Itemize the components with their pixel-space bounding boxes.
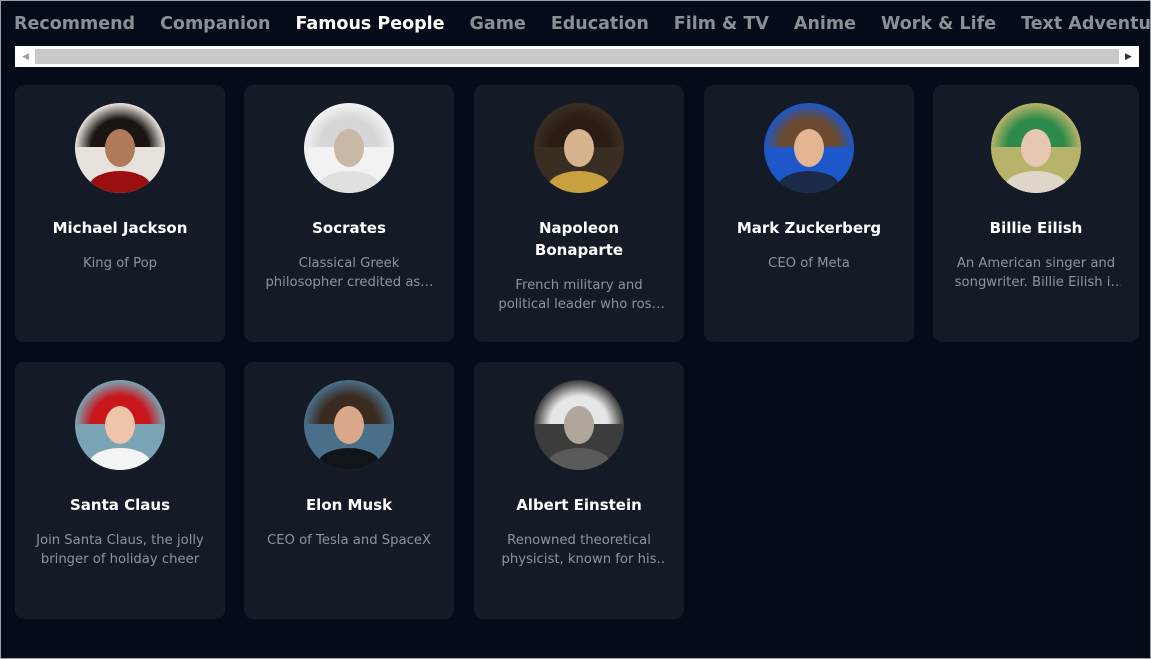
avatar-face xyxy=(334,129,364,167)
tab-work-life[interactable]: Work & Life xyxy=(881,14,996,34)
character-card-mark-zuckerberg[interactable]: Mark Zuckerberg CEO of Meta xyxy=(704,85,914,342)
avatar-face xyxy=(794,129,824,167)
character-description: Renowned theoretical physicist, known fo… xyxy=(501,533,657,567)
avatar-body xyxy=(318,171,380,193)
avatar xyxy=(534,103,624,193)
avatar-face xyxy=(1021,129,1051,167)
character-description: CEO of Meta xyxy=(768,256,850,271)
character-name: Socrates xyxy=(312,219,386,237)
avatar-face xyxy=(105,129,135,167)
scroll-right-arrow-icon[interactable]: ▶ xyxy=(1120,46,1137,67)
character-card-albert-einstein[interactable]: Albert Einstein Renowned theoretical phys… xyxy=(474,362,684,619)
character-card-santa-claus[interactable]: Santa Claus Join Santa Claus, the jolly b… xyxy=(15,362,225,619)
character-card-elon-musk[interactable]: Elon Musk CEO of Tesla and SpaceX xyxy=(244,362,454,619)
avatar-body xyxy=(89,171,151,193)
character-description: Classical Greek philosopher credited as … xyxy=(265,256,433,290)
avatar xyxy=(75,103,165,193)
tab-anime[interactable]: Anime xyxy=(794,14,856,34)
character-name: Albert Einstein xyxy=(516,496,642,514)
avatar xyxy=(75,380,165,470)
avatar xyxy=(991,103,1081,193)
character-card-socrates[interactable]: Socrates Classical Greek philosopher cred… xyxy=(244,85,454,342)
character-name: Mark Zuckerberg xyxy=(736,219,882,237)
avatar xyxy=(304,380,394,470)
character-card-billie-eilish[interactable]: Billie Eilish An American singer and song… xyxy=(933,85,1139,342)
scroll-left-arrow-icon[interactable]: ◀ xyxy=(17,46,34,67)
tab-famous-people[interactable]: Famous People xyxy=(295,14,444,34)
tabs-horizontal-scrollbar[interactable]: ◀ ▶ xyxy=(15,46,1139,67)
avatar-face xyxy=(564,406,594,444)
avatar-face xyxy=(334,406,364,444)
avatar xyxy=(764,103,854,193)
scrollbar-thumb[interactable] xyxy=(35,49,1119,64)
character-card-napoleon-bonaparte[interactable]: Napoleon Bonaparte French military and po… xyxy=(474,85,684,342)
avatar-body xyxy=(778,171,840,193)
character-name: Santa Claus xyxy=(70,496,170,514)
character-name: Elon Musk xyxy=(305,496,393,514)
tab-game[interactable]: Game xyxy=(470,14,526,34)
character-description: An American singer and songwriter. Billi… xyxy=(954,256,1118,290)
tab-film-tv[interactable]: Film & TV xyxy=(674,14,769,34)
avatar-body xyxy=(1005,171,1067,193)
character-description: French military and political leader who… xyxy=(498,278,660,312)
character-description: King of Pop xyxy=(82,256,158,271)
character-description: CEO of Tesla and SpaceX xyxy=(267,533,431,548)
avatar-body xyxy=(548,171,610,193)
avatar-face xyxy=(564,129,594,167)
avatar-body xyxy=(548,448,610,470)
character-card-michael-jackson[interactable]: Michael Jackson King of Pop xyxy=(15,85,225,342)
category-tabs: Recommend Companion Famous People Game Educa… xyxy=(14,9,1151,39)
avatar-body xyxy=(318,448,380,470)
avatar xyxy=(304,103,394,193)
character-name: Billie Eilish xyxy=(989,219,1083,237)
tab-companion[interactable]: Companion xyxy=(160,14,270,34)
tab-text-adventure[interactable]: Text Adventure xyxy=(1021,14,1151,34)
tab-recommend[interactable]: Recommend xyxy=(14,14,135,34)
character-name: Napoleon Bonaparte xyxy=(534,219,624,259)
character-name: Michael Jackson xyxy=(52,219,188,237)
character-description: Join Santa Claus, the jolly bringer of h… xyxy=(36,533,204,567)
avatar xyxy=(534,380,624,470)
tab-education[interactable]: Education xyxy=(551,14,649,34)
avatar-body xyxy=(89,448,151,470)
avatar-face xyxy=(105,406,135,444)
